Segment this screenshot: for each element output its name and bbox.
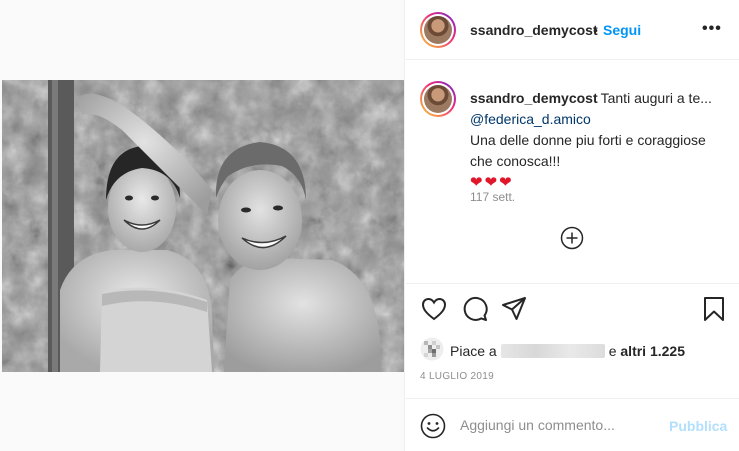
comment-form: Pubblica (406, 398, 739, 451)
separator-dot: • (593, 22, 598, 38)
post-side-panel: ssandro_demycost • Segui ••• ssandro_dem… (406, 0, 739, 451)
likes-count[interactable]: altri 1.225 (620, 343, 685, 359)
comment-input[interactable] (460, 413, 660, 437)
author-avatar[interactable] (420, 12, 456, 48)
paper-plane-icon[interactable] (500, 295, 528, 323)
heart-icon[interactable] (420, 295, 448, 323)
caption-line-1: Tanti auguri a te... (600, 90, 712, 106)
caption-mention[interactable]: @federica_d.amico (470, 111, 591, 127)
post-caption: ssandro_demycost Tanti auguri a te... @fe… (470, 88, 730, 193)
caption-author-avatar[interactable] (420, 81, 456, 117)
likes-prefix: Piace a (450, 343, 497, 359)
publish-button[interactable]: Pubblica (669, 418, 727, 434)
comment-icon[interactable] (461, 295, 489, 323)
author-username[interactable]: ssandro_demycost (470, 22, 598, 38)
plus-circle-icon[interactable] (560, 226, 584, 250)
caption-line-3: Una delle donne piu forti e coraggiose c… (470, 132, 706, 169)
emoji-smile-icon[interactable] (420, 413, 446, 439)
photo-image (2, 80, 404, 372)
instagram-post: ssandro_demycost • Segui ••• ssandro_dem… (0, 0, 739, 451)
more-options-icon[interactable]: ••• (702, 20, 722, 38)
post-date[interactable]: 4 LUGLIO 2019 (420, 371, 494, 382)
post-photo[interactable] (2, 80, 404, 372)
caption-section: ssandro_demycost Tanti auguri a te... @fe… (406, 61, 739, 283)
post-media-area (0, 0, 405, 451)
post-header: ssandro_demycost • Segui ••• (406, 0, 739, 60)
likes-text: Piace a e altri 1.225 (450, 343, 685, 359)
likes-summary: Piace a e altri 1.225 (420, 336, 730, 364)
post-actions-bar (406, 283, 739, 335)
caption-time-ago[interactable]: 117 sett. (470, 190, 515, 204)
liker-name-blurred[interactable] (500, 344, 605, 358)
liker-avatar[interactable] (420, 337, 444, 361)
follow-button[interactable]: Segui (603, 22, 641, 38)
likes-connector: e (608, 343, 617, 359)
bookmark-icon[interactable] (700, 295, 728, 323)
caption-username[interactable]: ssandro_demycost (470, 90, 598, 106)
